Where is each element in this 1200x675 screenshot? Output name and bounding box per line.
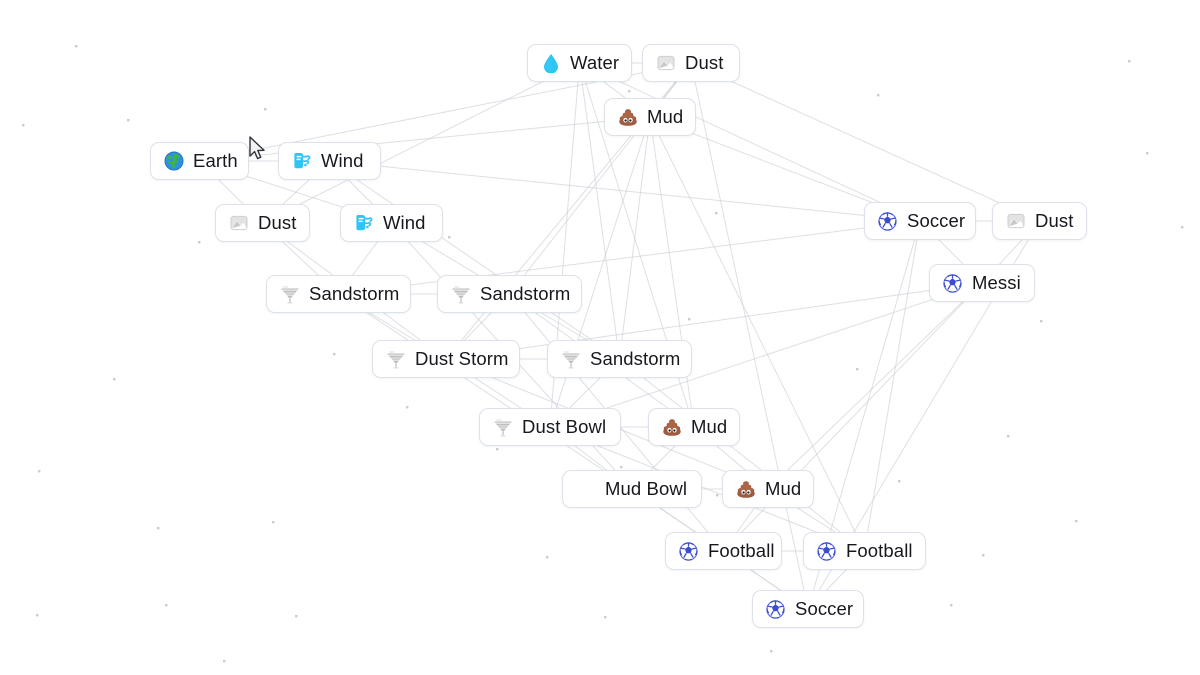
craft-node-label: Earth <box>193 150 238 171</box>
wind-face-emoji <box>353 214 374 232</box>
tornado-emoji <box>492 418 513 437</box>
soccer-ball-emoji <box>765 599 786 619</box>
craft-node-label: Mud <box>647 106 684 127</box>
craft-node-label: Soccer <box>795 598 854 619</box>
craft-node-dust-top[interactable]: Dust <box>642 44 740 82</box>
craft-node-water[interactable]: Water <box>527 44 632 82</box>
craft-node-dust-right[interactable]: Dust <box>992 202 1087 240</box>
craft-node-soccer-right[interactable]: Soccer <box>864 202 976 240</box>
craft-node-football-1[interactable]: Football <box>665 532 782 570</box>
craft-node-label: Water <box>570 52 620 73</box>
craft-node-wind-1[interactable]: Wind <box>278 142 381 180</box>
craft-node-soccer-bot[interactable]: Soccer <box>752 590 864 628</box>
craft-node-label: Dust Bowl <box>522 416 607 437</box>
craft-node-label: Dust <box>685 52 724 73</box>
mud-poop-emoji <box>617 108 638 127</box>
craft-node-dust-left[interactable]: Dust <box>215 204 310 242</box>
craft-node-football-2[interactable]: Football <box>803 532 926 570</box>
craft-node-label: Dust <box>1035 210 1074 231</box>
craft-node-label: Mud Bowl <box>605 478 688 499</box>
craft-node-label: Sandstorm <box>480 283 571 304</box>
tornado-emoji <box>450 285 471 304</box>
craft-node-label: Messi <box>972 272 1021 293</box>
craft-node-label: Dust <box>258 212 297 233</box>
craft-node-mud-mid[interactable]: Mud <box>648 408 740 446</box>
wind-face-emoji <box>291 152 312 170</box>
mud-poop-emoji <box>735 480 756 499</box>
craft-node-label: Football <box>708 540 775 561</box>
tornado-emoji <box>279 285 300 304</box>
craft-node-sandstorm-2[interactable]: Sandstorm <box>437 275 582 313</box>
soccer-ball-emoji <box>942 273 963 293</box>
water-droplet-emoji <box>540 53 561 73</box>
craft-node-mud-bowl[interactable]: Mud Bowl <box>562 470 702 508</box>
craft-node-label: Mud <box>691 416 728 437</box>
soccer-ball-emoji <box>816 541 837 561</box>
node-layer: Water Dust Mud Earth Wind Dust Wind Socc… <box>0 0 1200 675</box>
soccer-ball-emoji <box>678 541 699 561</box>
craft-node-mud-top[interactable]: Mud <box>604 98 696 136</box>
craft-node-messi[interactable]: Messi <box>929 264 1035 302</box>
craft-node-label: Sandstorm <box>309 283 400 304</box>
dust-emoji <box>655 53 676 73</box>
craft-node-wind-2[interactable]: Wind <box>340 204 443 242</box>
craft-node-label: Dust Storm <box>415 348 509 369</box>
tornado-emoji <box>560 350 581 369</box>
craft-node-earth[interactable]: Earth <box>150 142 249 180</box>
craft-node-label: Soccer <box>907 210 966 231</box>
craft-node-label: Football <box>846 540 913 561</box>
dust-emoji <box>1005 211 1026 231</box>
craft-node-sandstorm-1[interactable]: Sandstorm <box>266 275 411 313</box>
craft-node-sandstorm-3[interactable]: Sandstorm <box>547 340 692 378</box>
craft-node-label: Mud <box>765 478 802 499</box>
craft-node-mud-low[interactable]: Mud <box>722 470 814 508</box>
craft-node-dust-bowl[interactable]: Dust Bowl <box>479 408 621 446</box>
craft-node-label: Wind <box>321 150 364 171</box>
craft-node-label: Wind <box>383 212 426 233</box>
craft-node-label: Sandstorm <box>590 348 681 369</box>
earth-globe-emoji <box>163 151 184 171</box>
craft-node-dust-storm[interactable]: Dust Storm <box>372 340 520 378</box>
soccer-ball-emoji <box>877 211 898 231</box>
infinite-craft-canvas[interactable]: Water Dust Mud Earth Wind Dust Wind Socc… <box>0 0 1200 675</box>
dust-emoji <box>228 213 249 233</box>
tornado-emoji <box>385 350 406 369</box>
mud-poop-emoji <box>661 418 682 437</box>
